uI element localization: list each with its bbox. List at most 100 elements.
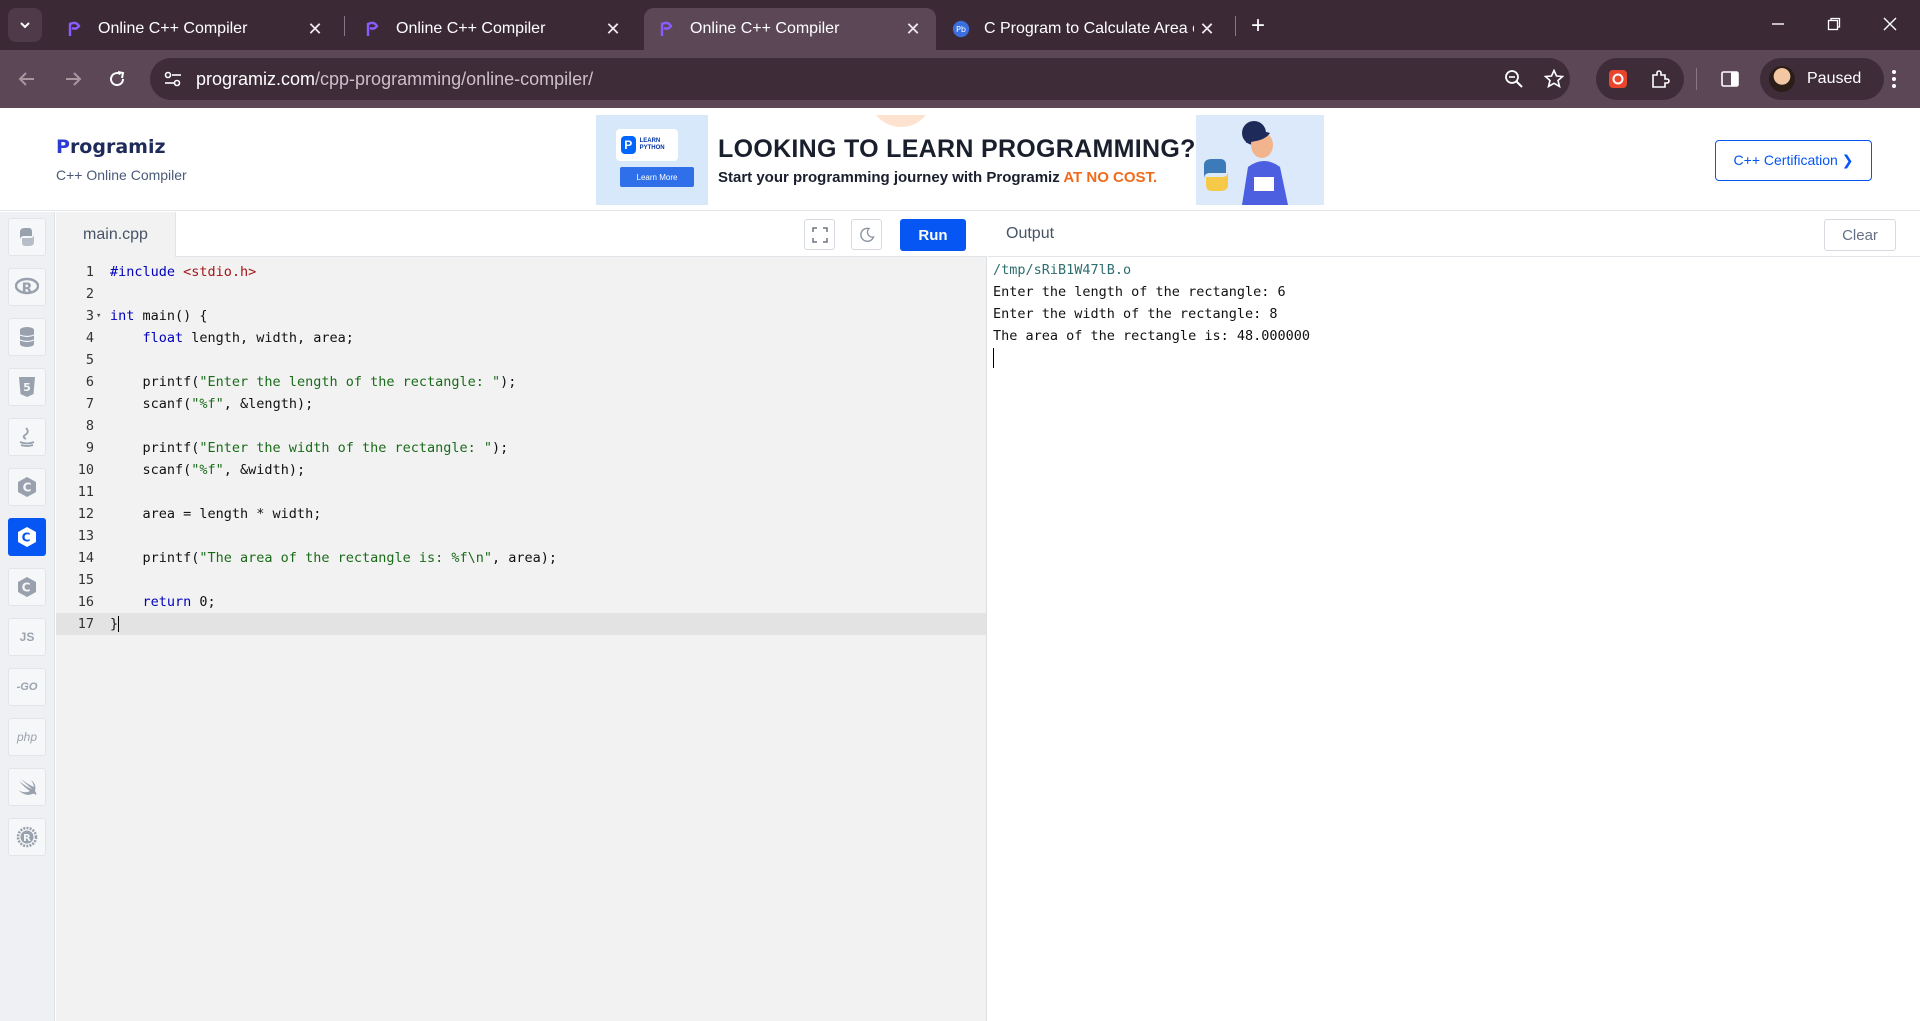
line-number: 9: [85, 440, 94, 456]
output-console[interactable]: /tmp/sRiB1W47lB.o Enter the length of the…: [993, 259, 1310, 368]
reload-icon[interactable]: [100, 62, 134, 96]
line-number: 12: [77, 506, 94, 522]
fold-arrow-icon[interactable]: ▾: [96, 305, 101, 327]
code-line[interactable]: 2: [56, 283, 986, 305]
browser-tab-3-active[interactable]: Online C++ Compiler ✕: [644, 8, 936, 50]
side-panel-icon[interactable]: [1718, 67, 1742, 91]
tab-search-button[interactable]: [8, 8, 42, 42]
browser-tab-2[interactable]: Online C++ Compiler ✕: [350, 8, 636, 50]
puzzle-extensions-icon[interactable]: [1648, 67, 1672, 91]
code-line[interactable]: 7 scanf("%f", &length);: [56, 393, 986, 415]
close-icon[interactable]: ✕: [304, 18, 326, 40]
language-sidebar: R 5 C C C JS -GO php R: [0, 212, 55, 1021]
language-html-button[interactable]: 5: [8, 368, 46, 406]
language-r-button[interactable]: R: [8, 268, 46, 306]
language-javascript-button[interactable]: JS: [8, 618, 46, 656]
language-sql-button[interactable]: [8, 318, 46, 356]
line-number: 7: [85, 396, 94, 412]
minimize-icon[interactable]: [1758, 8, 1798, 40]
code-line[interactable]: 14 printf("The area of the rectangle is:…: [56, 547, 986, 569]
kebab-menu-icon[interactable]: [1882, 67, 1906, 91]
line-number: 4: [85, 330, 94, 346]
banner-promo-panel: P LEARN PYTHON Learn More: [596, 115, 708, 205]
fullscreen-button[interactable]: [804, 219, 835, 250]
tab-title: Online C++ Compiler: [396, 20, 546, 37]
close-icon[interactable]: ✕: [902, 18, 924, 40]
bookmark-star-icon[interactable]: [1542, 67, 1566, 91]
new-tab-plus-icon[interactable]: +: [1244, 12, 1272, 40]
line-number: 16: [77, 594, 94, 610]
programiz-logo[interactable]: Programiz: [56, 136, 166, 158]
moon-icon: [859, 227, 875, 242]
code-line[interactable]: 10 scanf("%f", &width);: [56, 459, 986, 481]
zoom-icon[interactable]: [1502, 67, 1526, 91]
site-info-tune-icon[interactable]: [162, 68, 184, 90]
code-line[interactable]: 12 area = length * width;: [56, 503, 986, 525]
language-java-button[interactable]: [8, 418, 46, 456]
code-text: area = length * width;: [110, 506, 322, 522]
svg-text:C: C: [22, 531, 31, 545]
code-line[interactable]: 9 printf("Enter the width of the rectang…: [56, 437, 986, 459]
line-number: 6: [85, 374, 94, 390]
language-python-button[interactable]: [8, 218, 46, 256]
language-c-button[interactable]: C: [8, 468, 46, 506]
code-line[interactable]: 6 printf("Enter the length of the rectan…: [56, 371, 986, 393]
profile-button[interactable]: Paused: [1760, 58, 1884, 100]
code-editor[interactable]: 1 #include <stdio.h> 2 3 ▾ int main() {4 floa…: [56, 258, 986, 1021]
restore-icon[interactable]: [1814, 8, 1854, 40]
python-icon: [20, 228, 34, 246]
output-line: Enter the width of the rectangle: 8: [993, 306, 1278, 322]
code-line[interactable]: 15: [56, 569, 986, 591]
url-host: programiz.com: [196, 69, 316, 89]
code-editor-pane: main.cpp Run 1 #include <stdio.h> 2 3 ▾ int m…: [56, 212, 987, 1021]
url-path: /cpp-programming/online-compiler/: [315, 69, 594, 89]
code-text: printf("Enter the width of the rectangle…: [110, 440, 509, 456]
clear-output-button[interactable]: Clear: [1824, 219, 1896, 251]
line-number: 14: [77, 550, 94, 566]
programiz-badge-icon: Pb: [952, 20, 970, 38]
line-number: 1: [85, 264, 94, 280]
language-cpp-button[interactable]: C: [8, 518, 46, 556]
tab-divider: [344, 16, 345, 36]
code-line[interactable]: 13: [56, 525, 986, 547]
close-icon[interactable]: ✕: [1196, 18, 1218, 40]
back-arrow-icon[interactable]: [10, 62, 44, 96]
browser-tab-4[interactable]: Pb C Program to Calculate Area of ✕: [938, 8, 1230, 50]
svg-text:R: R: [23, 833, 31, 844]
java-icon: [19, 427, 35, 447]
code-line[interactable]: 5: [56, 349, 986, 371]
svg-text:Pb: Pb: [956, 24, 966, 34]
address-bar[interactable]: programiz.com/cpp-programming/online-com…: [150, 58, 1570, 100]
code-line[interactable]: 4 float length, width, area;: [56, 327, 986, 349]
learn-more-button[interactable]: Learn More: [620, 167, 694, 187]
dark-mode-toggle[interactable]: [851, 219, 882, 250]
programiz-favicon-icon: [658, 20, 676, 38]
url-text[interactable]: programiz.com/cpp-programming/online-com…: [196, 69, 593, 90]
code-line[interactable]: 1 #include <stdio.h>: [56, 261, 986, 283]
code-line[interactable]: 3 ▾ int main() {: [56, 305, 986, 327]
file-tab-main-cpp[interactable]: main.cpp: [56, 212, 176, 257]
avatar: [1769, 66, 1795, 92]
code-line[interactable]: 16 return 0;: [56, 591, 986, 613]
language-rust-button[interactable]: R: [8, 818, 46, 856]
line-number: 2: [85, 286, 94, 302]
screen-recorder-extension-icon[interactable]: [1606, 67, 1630, 91]
go-icon: -GO: [16, 681, 38, 693]
cpp-icon: C: [18, 527, 36, 547]
output-toolbar: Output Clear: [988, 212, 1920, 257]
window-close-icon[interactable]: [1870, 8, 1910, 40]
language-csharp-button[interactable]: C: [8, 568, 46, 606]
code-line[interactable]: 11: [56, 481, 986, 503]
language-go-button[interactable]: -GO: [8, 668, 46, 706]
language-php-button[interactable]: php: [8, 718, 46, 756]
run-button[interactable]: Run: [900, 219, 966, 251]
cpp-certification-button[interactable]: C++ Certification ❯: [1715, 140, 1872, 181]
line-number: 11: [77, 484, 94, 500]
browser-tab-1[interactable]: Online C++ Compiler ✕: [52, 8, 338, 50]
code-line[interactable]: 17}: [56, 613, 986, 635]
close-icon[interactable]: ✕: [602, 18, 624, 40]
code-line[interactable]: 8: [56, 415, 986, 437]
forward-arrow-icon[interactable]: [56, 62, 90, 96]
language-swift-button[interactable]: [8, 768, 46, 806]
ad-banner[interactable]: P LEARN PYTHON Learn More LOOKING TO LEA…: [596, 115, 1324, 205]
